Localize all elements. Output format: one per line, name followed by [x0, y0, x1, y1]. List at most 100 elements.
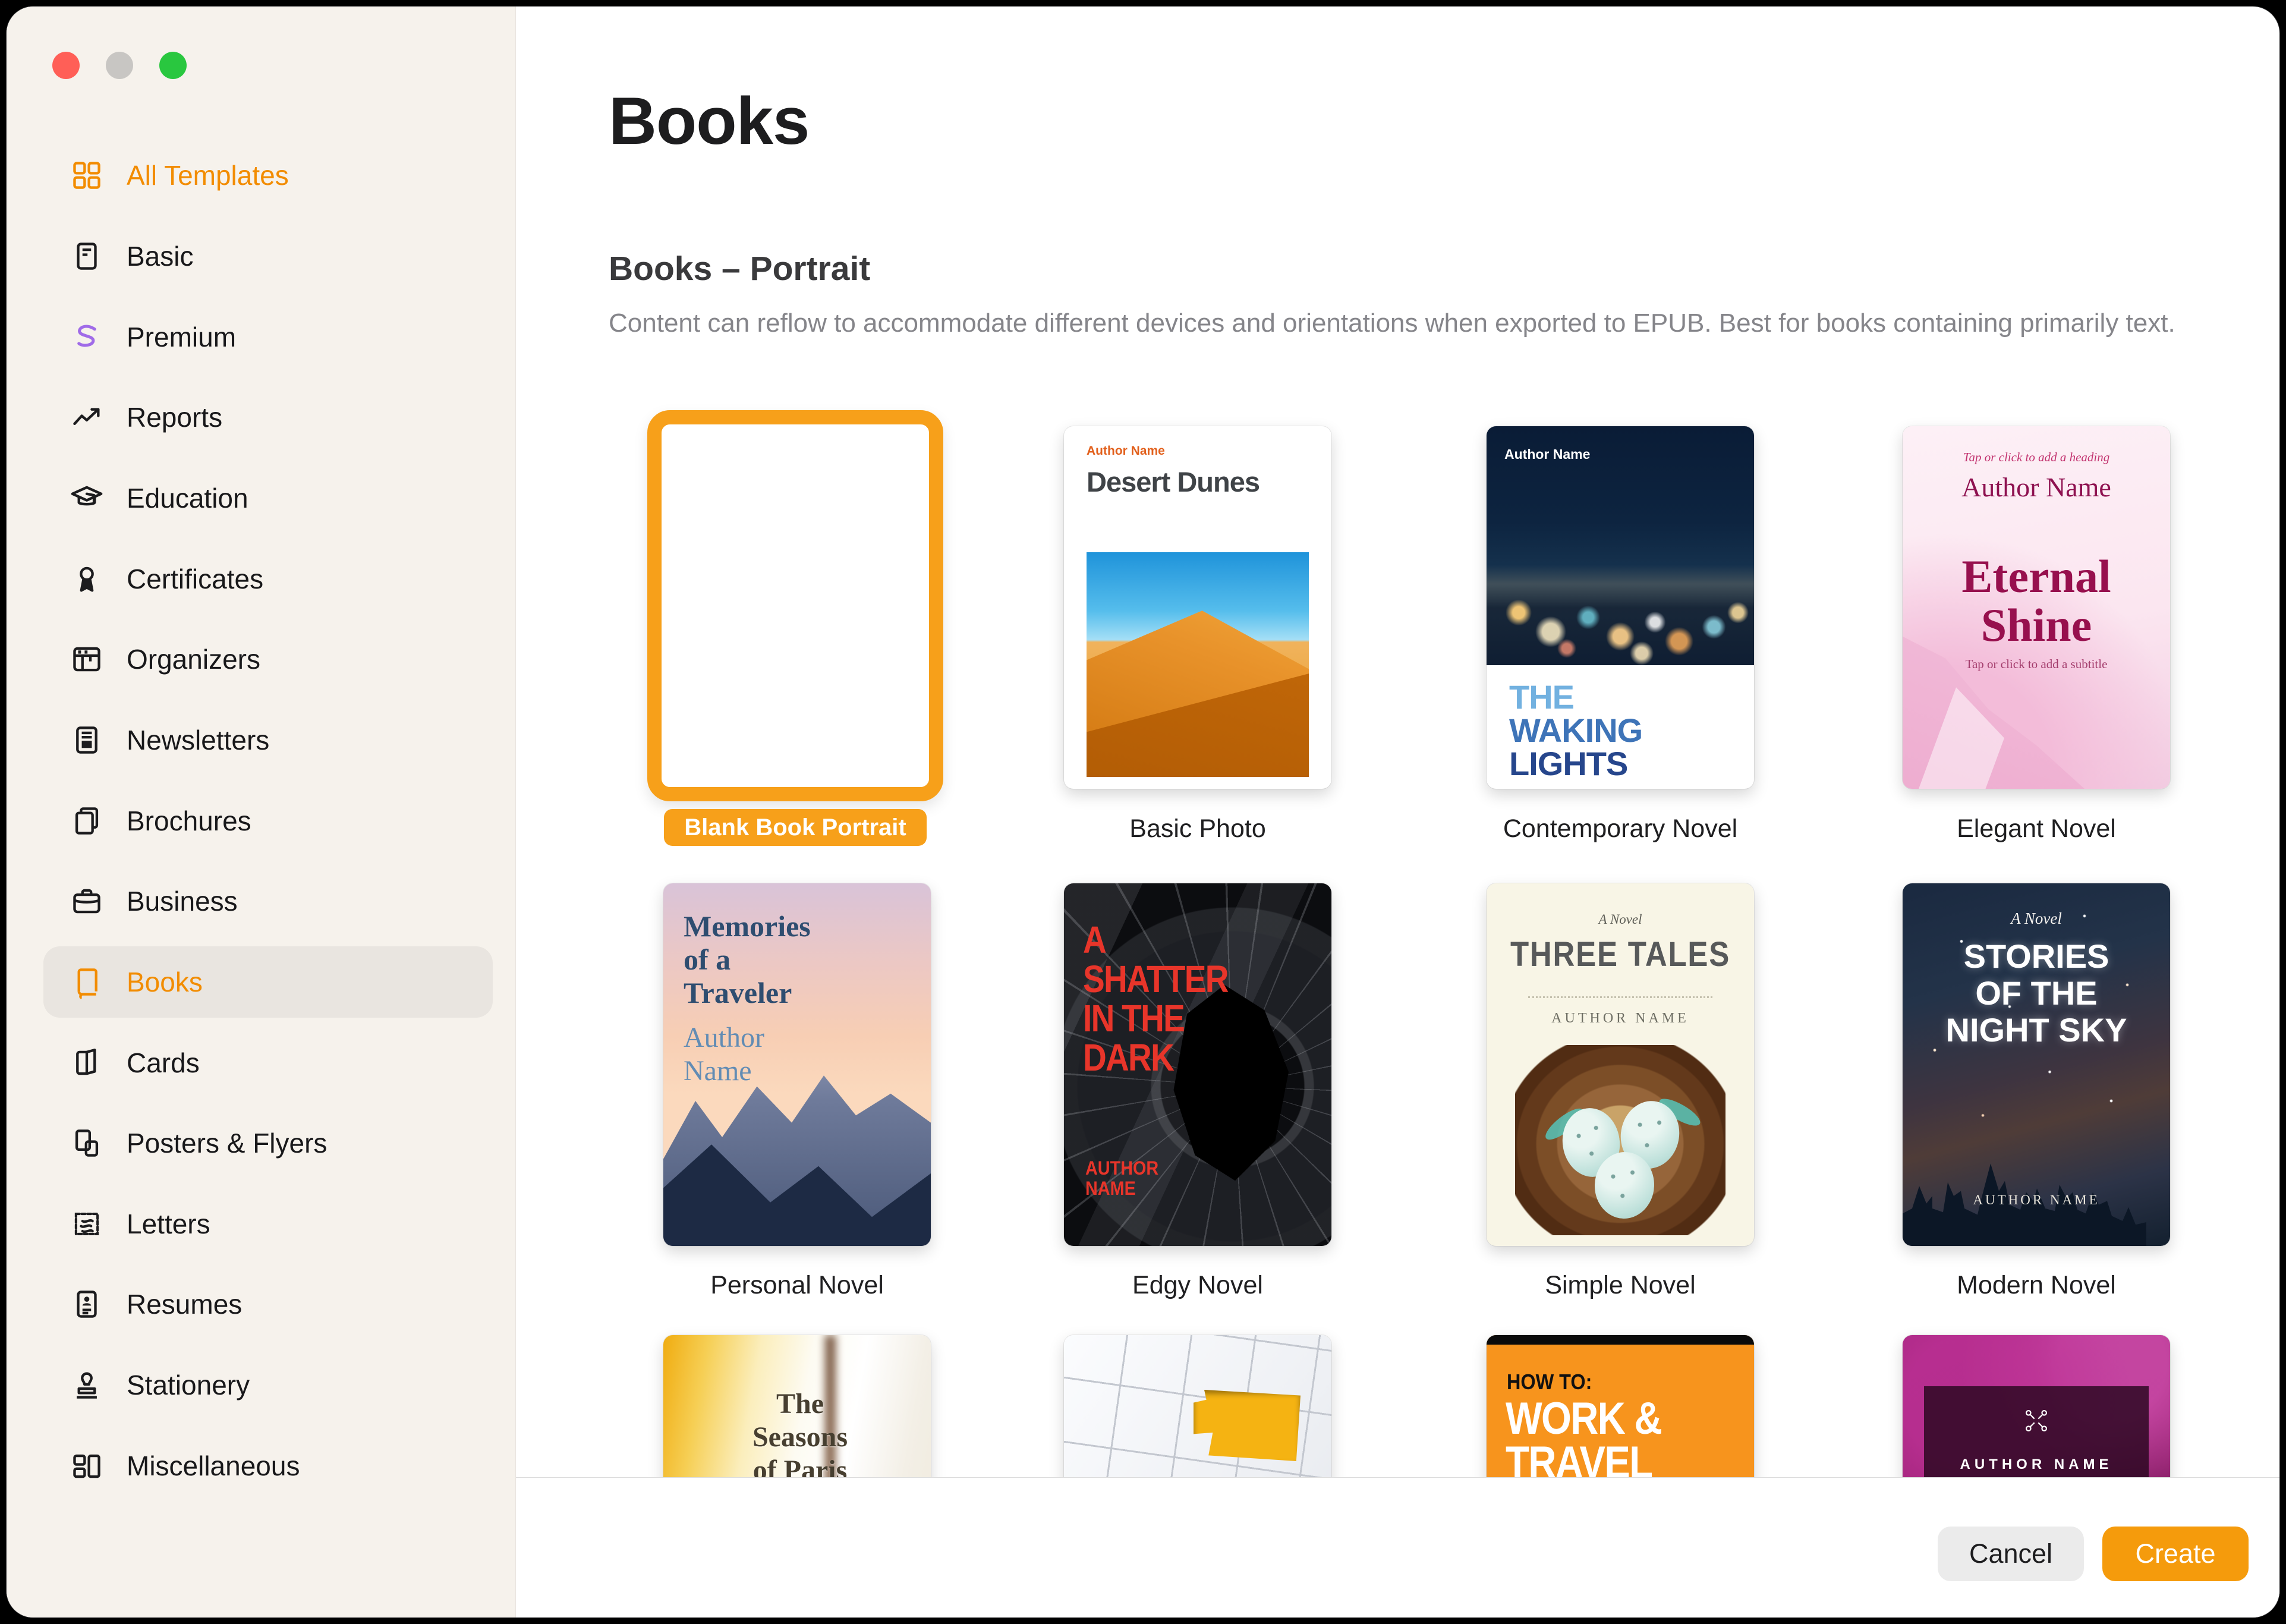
- template-label: Simple Novel: [1487, 1266, 1754, 1305]
- cover-author: AUTHOR NAME: [1924, 1456, 2149, 1473]
- sidebar-item-all-templates[interactable]: All Templates: [43, 140, 493, 211]
- cover-author: Author Name: [1903, 471, 2170, 503]
- stamp-letter-icon: [70, 1207, 104, 1241]
- cover-author: AUTHOR NAME: [1487, 1011, 1754, 1027]
- sidebar-item-premium[interactable]: Premium: [43, 301, 493, 373]
- template-edgy-novel[interactable]: A SHATTER IN THE DARK AUTHOR NAME: [1064, 883, 1331, 1246]
- template-personal-novel[interactable]: Memories of a Traveler Author Name: [663, 883, 931, 1246]
- cover-author: Author Name: [684, 1021, 764, 1088]
- dotted-divider: [1528, 996, 1712, 998]
- sidebar-item-miscellaneous[interactable]: Miscellaneous: [43, 1430, 493, 1502]
- template-puzzle-book[interactable]: [1064, 1335, 1331, 1477]
- page-title: Books: [609, 83, 809, 159]
- collage-icon: [70, 1449, 104, 1483]
- template-travel-book[interactable]: The Seasons of Paris: [663, 1335, 931, 1477]
- cover-title-line: THE: [1509, 681, 1574, 714]
- sidebar-item-label: Letters: [127, 1208, 210, 1240]
- template-modern-novel[interactable]: A Novel STORIES OF THE NIGHT SKY AUTHOR …: [1903, 883, 2170, 1246]
- sidebar-item-label: Certificates: [127, 563, 263, 595]
- minimize-button[interactable]: [106, 52, 133, 79]
- template-label: Modern Novel: [1903, 1266, 2170, 1305]
- sidebar-item-letters[interactable]: Letters: [43, 1188, 493, 1260]
- sidebar-item-label: Premium: [127, 321, 236, 353]
- cover-author: AUTHOR NAME: [1085, 1158, 1158, 1198]
- sidebar-item-label: Posters & Flyers: [127, 1127, 327, 1159]
- poster-icon: [70, 1126, 104, 1160]
- template-blank-book-portrait[interactable]: [647, 410, 943, 801]
- template-label-selected: Blank Book Portrait: [664, 809, 927, 846]
- template-contemporary-novel[interactable]: Author Name THE WAKING LIGHTS: [1487, 426, 1754, 789]
- cover-title: STORIES OF THE NIGHT SKY: [1903, 938, 2170, 1049]
- section-heading: Books – Portrait: [609, 249, 870, 288]
- cover-title: WORK & TRAVEL: [1506, 1397, 1661, 1477]
- section-description: Content can reflow to accommodate differ…: [609, 303, 2213, 344]
- desert-photo: [1087, 552, 1309, 777]
- squiggle-icon: [70, 320, 104, 354]
- sidebar-item-certificates[interactable]: Certificates: [43, 543, 493, 615]
- sidebar-item-brochures[interactable]: Brochures: [43, 785, 493, 857]
- briefcase-icon: [70, 884, 104, 918]
- cover-title: The Seasons of Paris: [729, 1387, 871, 1477]
- sidebar-item-books[interactable]: Books: [43, 946, 493, 1018]
- cover-title: A SHATTER IN THE DARK: [1083, 920, 1228, 1077]
- book-icon: [70, 965, 104, 999]
- sidebar-item-reports[interactable]: Reports: [43, 382, 493, 453]
- sidebar-item-resumes[interactable]: Resumes: [43, 1269, 493, 1340]
- template-how-to-book[interactable]: HOW TO: WORK & TRAVEL: [1487, 1335, 1754, 1477]
- cover-title: Desert Dunes: [1087, 465, 1259, 498]
- cover-title: Memories of a Traveler: [684, 909, 811, 1009]
- cover-kicker: A Novel: [1487, 912, 1754, 927]
- cover-author: Author Name: [1087, 444, 1165, 458]
- graduation-cap-icon: [70, 481, 104, 515]
- sidebar-item-label: Miscellaneous: [127, 1450, 300, 1482]
- template-elegant-novel[interactable]: Tap or click to add a heading Author Nam…: [1903, 426, 2170, 789]
- rubber-stamp-icon: [70, 1368, 104, 1402]
- sidebar-item-label: Resumes: [127, 1288, 242, 1320]
- sidebar-item-label: Brochures: [127, 805, 251, 837]
- template-chooser-screen: All Templates Basic Premium Reports Educ: [0, 0, 2286, 1624]
- cover-kicker: HOW TO:: [1507, 1370, 1592, 1395]
- sidebar-item-basic[interactable]: Basic: [43, 221, 493, 292]
- cover-author: AUTHOR NAME: [1903, 1192, 2170, 1208]
- footer-bar: Cancel Create: [515, 1477, 2279, 1617]
- sidebar-item-label: All Templates: [127, 159, 289, 191]
- pages-icon: [70, 804, 104, 838]
- template-textbook[interactable]: AUTHOR NAME APPLIED CHEMISTRY FIRST EDIT…: [1903, 1335, 2170, 1477]
- medal-icon: [70, 562, 104, 596]
- sidebar-item-stationery[interactable]: Stationery: [43, 1349, 493, 1421]
- cover-title-line: WAKING: [1509, 714, 1642, 747]
- document-icon: [70, 239, 104, 273]
- sidebar-item-education[interactable]: Education: [43, 462, 493, 534]
- template-simple-novel[interactable]: A Novel THREE TALES AUTHOR NAME: [1487, 883, 1754, 1246]
- template-basic-photo[interactable]: Author Name Desert Dunes: [1064, 426, 1331, 789]
- cover-author: Author Name: [1504, 446, 1590, 462]
- sidebar-item-label: Education: [127, 482, 248, 514]
- cover-title-line: LIGHTS: [1509, 747, 1627, 780]
- close-button[interactable]: [52, 52, 80, 79]
- sidebar-item-cards[interactable]: Cards: [43, 1027, 493, 1099]
- card-icon: [70, 1046, 104, 1080]
- template-chooser-window: All Templates Basic Premium Reports Educ: [6, 6, 2280, 1618]
- cover-title: THREE TALES: [1503, 934, 1738, 974]
- create-button[interactable]: Create: [2102, 1527, 2249, 1581]
- zoom-button[interactable]: [159, 52, 187, 79]
- sidebar-item-organizers[interactable]: Organizers: [43, 624, 493, 695]
- template-label: Contemporary Novel: [1487, 809, 1754, 848]
- template-label: Elegant Novel: [1903, 809, 2170, 848]
- cover-panel: AUTHOR NAME APPLIED CHEMISTRY FIRST EDIT…: [1924, 1386, 2149, 1477]
- sidebar-item-label: Cards: [127, 1047, 200, 1079]
- table-icon: [70, 642, 104, 676]
- sidebar-item-business[interactable]: Business: [43, 865, 493, 937]
- sidebar-item-label: Business: [127, 885, 238, 917]
- sidebar-item-label: Basic: [127, 240, 193, 272]
- sidebar-item-newsletters[interactable]: Newsletters: [43, 704, 493, 776]
- cover-heading-hint: Tap or click to add a heading: [1903, 450, 2170, 465]
- black-band: [1487, 1335, 1754, 1345]
- trees-silhouette: [1903, 1121, 2170, 1246]
- sidebar-item-posters-flyers[interactable]: Posters & Flyers: [43, 1107, 493, 1179]
- template-label: Basic Photo: [1064, 809, 1331, 848]
- grid-icon: [70, 158, 104, 193]
- cancel-button[interactable]: Cancel: [1938, 1527, 2084, 1581]
- sidebar-item-label: Organizers: [127, 643, 260, 675]
- resume-icon: [70, 1287, 104, 1321]
